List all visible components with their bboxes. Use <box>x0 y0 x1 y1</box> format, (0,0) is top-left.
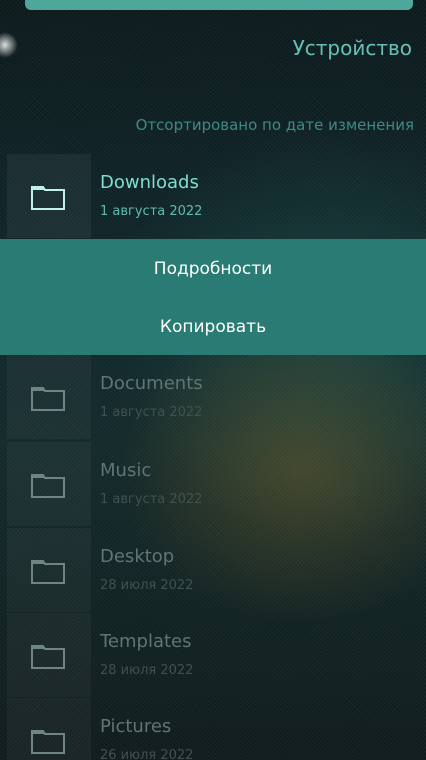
page-title: Устройство <box>292 36 412 60</box>
folder-icon-cell <box>7 442 91 526</box>
pulley-indicator <box>0 32 18 58</box>
folder-name: Pictures <box>100 716 172 737</box>
folder-row-downloads[interactable]: Downloads 1 августа 2022 <box>0 154 426 238</box>
folder-icon-cell <box>7 613 91 697</box>
folder-icon-cell <box>7 528 91 612</box>
context-menu: Подробности Копировать <box>0 239 426 355</box>
folder-name: Templates <box>100 631 192 652</box>
folder-row-templates[interactable]: Templates 28 июля 2022 <box>0 613 426 697</box>
folder-row-documents[interactable]: Documents 1 августа 2022 <box>0 355 426 439</box>
folder-date: 28 июля 2022 <box>100 578 194 593</box>
folder-icon <box>31 474 65 498</box>
menu-item-copy[interactable]: Копировать <box>0 317 426 337</box>
folder-name: Desktop <box>100 546 175 567</box>
folder-date: 28 июля 2022 <box>100 663 194 678</box>
folder-icon-cell <box>7 698 91 760</box>
folder-date: 1 августа 2022 <box>100 204 203 219</box>
folder-date: 1 августа 2022 <box>100 405 203 420</box>
folder-row-music[interactable]: Music 1 августа 2022 <box>0 442 426 526</box>
folder-icon <box>31 186 65 210</box>
folder-icon <box>31 387 65 411</box>
folder-icon <box>31 730 65 754</box>
sort-label[interactable]: Отсортировано по дате изменения <box>136 116 414 134</box>
top-bar <box>25 0 413 10</box>
folder-row-desktop[interactable]: Desktop 28 июля 2022 <box>0 528 426 612</box>
folder-row-pictures[interactable]: Pictures 26 июля 2022 <box>0 698 426 760</box>
folder-icon <box>31 645 65 669</box>
file-manager-screen: Устройство Отсортировано по дате изменен… <box>0 0 426 760</box>
folder-name: Downloads <box>100 172 199 193</box>
folder-name: Music <box>100 460 152 481</box>
menu-item-details[interactable]: Подробности <box>0 259 426 279</box>
folder-date: 1 августа 2022 <box>100 492 203 507</box>
folder-date: 26 июля 2022 <box>100 748 194 760</box>
folder-icon-cell <box>7 355 91 439</box>
folder-name: Documents <box>100 373 203 394</box>
folder-icon <box>31 560 65 584</box>
folder-icon-cell <box>7 154 91 238</box>
